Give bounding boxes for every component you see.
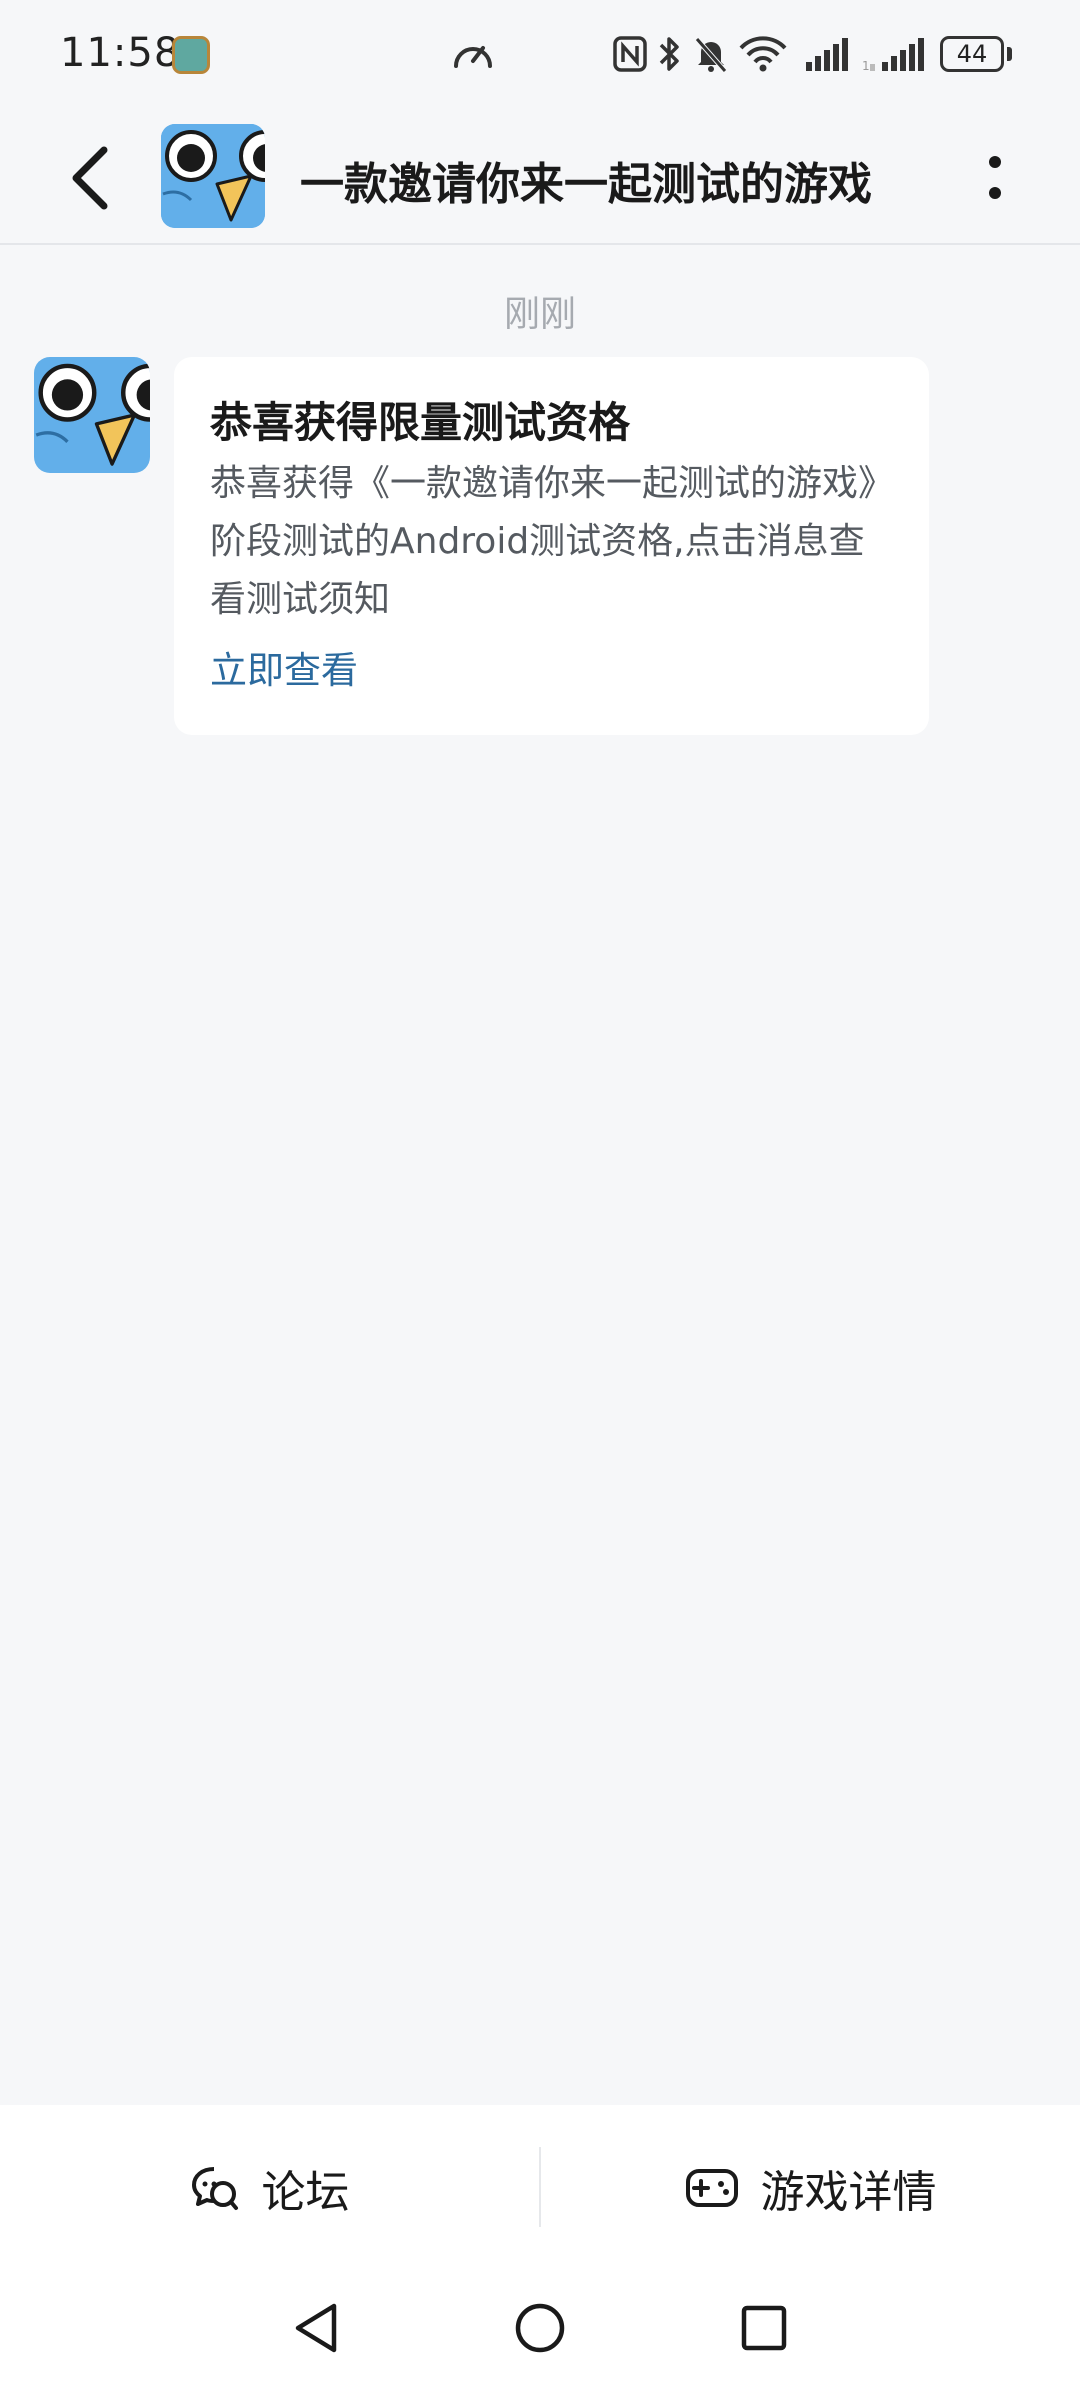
nav-recents-button[interactable] — [724, 2288, 804, 2368]
message-card[interactable]: 恭喜获得限量测试资格 恭喜获得《一款邀请你来一起测试的游戏》阶段测试的Andro… — [174, 357, 929, 735]
speed-icon — [454, 46, 492, 68]
triangle-back-icon — [295, 2303, 337, 2353]
square-recents-icon — [741, 2305, 787, 2351]
back-button[interactable] — [50, 138, 130, 218]
bird-logo-icon — [161, 124, 265, 228]
game-detail-label: 游戏详情 — [760, 2166, 937, 2218]
wifi-icon — [739, 36, 787, 72]
more-icon — [989, 156, 1001, 199]
svg-text:1: 1 — [862, 59, 870, 73]
more-options-button[interactable] — [960, 138, 1030, 218]
status-time: 11:58 — [60, 30, 181, 76]
sender-avatar[interactable] — [34, 357, 150, 473]
view-now-link[interactable]: 立即查看 — [210, 641, 358, 701]
game-detail-tab[interactable]: 游戏详情 — [541, 2105, 1080, 2270]
page-title: 一款邀请你来一起测试的游戏 — [300, 159, 872, 210]
message-timestamp: 刚刚 — [503, 294, 576, 335]
notification-app-icon — [172, 36, 210, 74]
message-body: 恭喜获得《一款邀请你来一起测试的游戏》阶段测试的Android测试资格,点击消息… — [210, 463, 877, 620]
game-avatar[interactable] — [161, 124, 265, 228]
chat-header: 一款邀请你来一起测试的游戏 — [0, 110, 1080, 245]
nav-home-button[interactable] — [500, 2288, 580, 2368]
nfc-icon — [613, 36, 647, 72]
signal-icon: 1 — [862, 38, 924, 73]
nav-back-button[interactable] — [276, 2288, 356, 2368]
circle-home-icon — [515, 2303, 565, 2353]
gamepad-icon — [685, 2168, 738, 2207]
bird-logo-icon — [34, 357, 150, 473]
mute-icon — [695, 37, 727, 73]
message-title: 恭喜获得限量测试资格 — [210, 398, 631, 447]
forum-label: 论坛 — [261, 2166, 350, 2218]
battery-indicator: 44 — [940, 36, 1012, 72]
forum-tab[interactable]: 论坛 — [0, 2105, 539, 2270]
back-icon — [72, 146, 108, 210]
forum-icon — [191, 2166, 238, 2210]
status-bar: 11:58 1 44 — [0, 0, 1080, 110]
battery-level: 44 — [940, 36, 1004, 72]
bluetooth-icon — [659, 37, 679, 71]
signal-icon — [806, 38, 848, 71]
system-nav-bar — [0, 2270, 1080, 2387]
bottom-tab-bar: 论坛 游戏详情 — [0, 2105, 1080, 2270]
